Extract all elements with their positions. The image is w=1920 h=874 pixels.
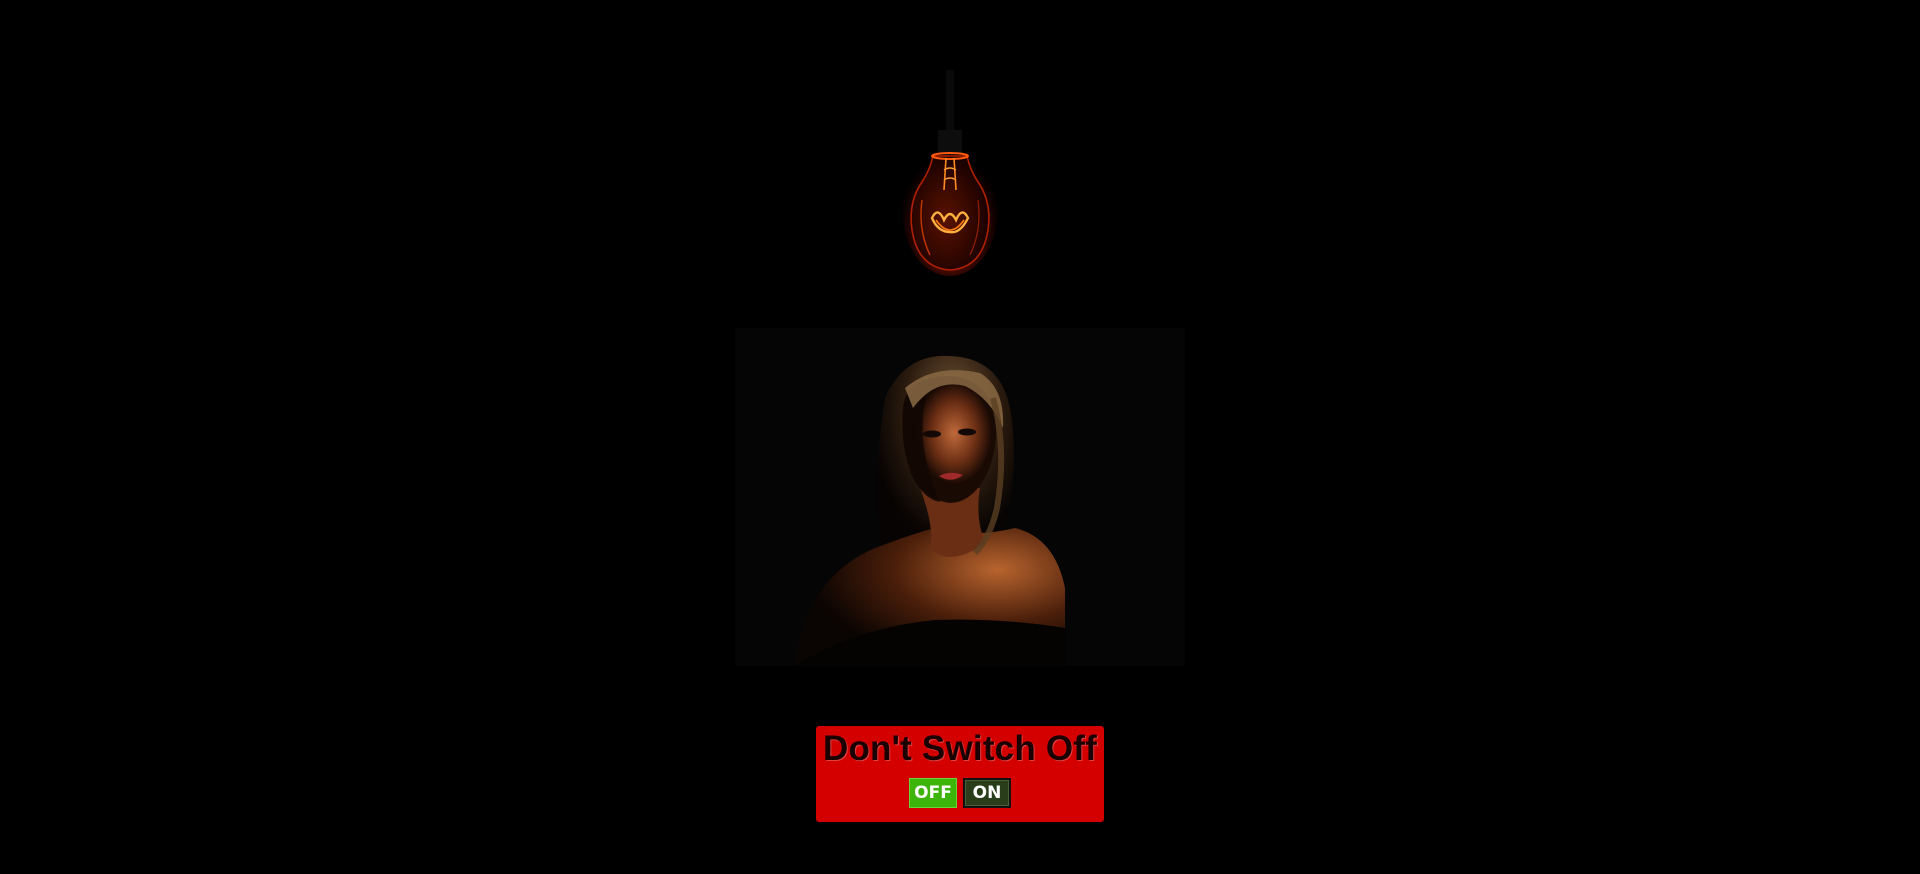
switch-button-row: OFF ON <box>816 778 1104 808</box>
panel-title: Don't Switch Off <box>823 729 1097 768</box>
portrait-image <box>735 328 1185 666</box>
off-button[interactable]: OFF <box>909 778 957 808</box>
switch-panel: Don't Switch Off OFF ON <box>816 726 1104 822</box>
on-button[interactable]: ON <box>963 778 1011 808</box>
lightbulb-icon <box>900 70 1000 280</box>
page-stage: Don't Switch Off OFF ON <box>0 0 1920 874</box>
